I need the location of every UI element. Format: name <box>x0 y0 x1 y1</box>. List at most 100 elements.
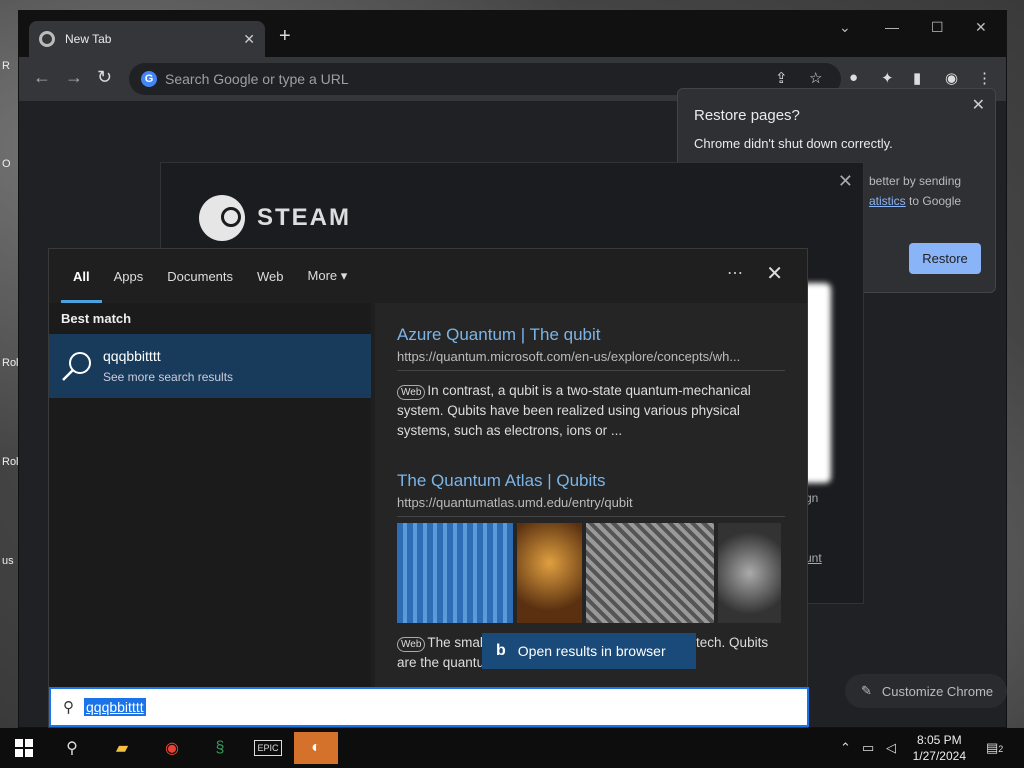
google-icon: G <box>141 71 157 87</box>
epic-games-icon: EPIC <box>254 740 282 756</box>
desktop-icon-label[interactable]: R <box>2 60 10 72</box>
desktop-icon-label[interactable]: O <box>2 158 11 170</box>
time: 8:05 PM <box>916 733 962 747</box>
restore-button[interactable]: Restore <box>909 243 981 274</box>
restore-body-fragment: better by sending <box>869 174 962 188</box>
tab-more-label: More <box>307 268 338 283</box>
steam-icon <box>199 195 245 241</box>
customize-label: Customize Chrome <box>881 683 994 699</box>
web-badge: Web <box>397 385 426 400</box>
extensions-icon[interactable]: ✦ <box>881 69 894 87</box>
bing-icon: b <box>496 642 506 659</box>
result-title-link[interactable]: The Quantum Atlas | Qubits <box>397 471 785 491</box>
tab-more[interactable]: More ▾ <box>308 268 348 284</box>
steam-icon: ◐ <box>311 739 321 756</box>
steam-taskbar-button[interactable]: ◐ <box>294 732 338 764</box>
steam-wordmark: STEAM <box>257 204 351 231</box>
statistics-link[interactable]: atistics <box>869 194 906 208</box>
tab-new-tab[interactable]: New Tab ✕ <box>29 21 265 57</box>
steam-logo: STEAM <box>199 195 351 241</box>
network-icon[interactable]: ▭ <box>862 740 874 756</box>
search-filter-tabs: All Apps Documents Web More ▾ ⋯ ✕ <box>49 249 807 303</box>
tab-documents[interactable]: Documents <box>167 269 233 284</box>
green-app-icon: § <box>215 739 225 756</box>
chrome-taskbar-button[interactable]: ◉ <box>150 732 194 764</box>
search-icon: ⚲ <box>63 699 74 716</box>
qubit-chip-image[interactable] <box>397 523 514 623</box>
best-match-pane: Best match qqqbbitttt See more search re… <box>49 303 371 687</box>
chrome-icon <box>39 31 55 47</box>
side-panel-icon[interactable]: ▮ <box>913 69 921 87</box>
epic-games-taskbar-button[interactable]: EPIC <box>246 732 290 764</box>
tab-apps[interactable]: Apps <box>114 269 144 284</box>
desktop-icon-label[interactable]: Rol <box>2 456 19 468</box>
app-taskbar-button[interactable]: § <box>198 732 242 764</box>
back-button[interactable]: ← <box>33 67 51 88</box>
result-snippet: Web In contrast, a qubit is a two-state q… <box>397 381 785 441</box>
volume-muted-icon[interactable]: ◁ <box>886 740 896 756</box>
clock[interactable]: 8:05 PM 1/27/2024 <box>913 732 966 764</box>
tab-search-icon[interactable]: ⌄ <box>839 19 851 36</box>
windows-search-panel: All Apps Documents Web More ▾ ⋯ ✕ Best m… <box>48 248 809 728</box>
close-icon[interactable]: ✕ <box>766 261 783 286</box>
best-match-item[interactable]: qqqbbitttt See more search results <box>49 334 371 398</box>
new-tab-button[interactable]: + <box>279 25 291 48</box>
result-card: Azure Quantum | The qubit https://quantu… <box>397 325 785 441</box>
notification-count: 2 <box>998 744 1004 754</box>
maximize-button[interactable]: ☐ <box>931 19 944 36</box>
quantum-computer-image[interactable] <box>517 523 583 623</box>
restore-subtitle: Chrome didn't shut down correctly. <box>694 136 893 151</box>
address-placeholder: Search Google or type a URL <box>165 71 349 87</box>
customize-chrome-button[interactable]: ✎ Customize Chrome <box>845 674 1007 708</box>
reload-button[interactable]: ↻ <box>97 67 112 88</box>
web-badge: Web <box>397 637 426 652</box>
pencil-icon: ✎ <box>861 683 872 698</box>
notification-icon[interactable]: ▤2 <box>986 740 1003 756</box>
result-snippet-text: In contrast, a qubit is a two-state quan… <box>397 383 751 438</box>
search-icon <box>62 352 91 381</box>
taskbar: ⚲ ▰ ◉ § EPIC ◐ ⌃ ▭ ◁ 8:05 PM 1/27/2024 ▤… <box>0 728 1024 768</box>
close-icon[interactable]: ✕ <box>838 171 853 192</box>
restore-body-text: to Google <box>905 194 962 208</box>
tab-strip: New Tab ✕ + ⌄ — ☐ ✕ <box>19 11 1006 57</box>
open-results-label: Open results in browser <box>517 643 666 659</box>
chevron-down-icon: ▾ <box>340 268 348 283</box>
tab-title: New Tab <box>65 32 112 46</box>
search-icon: ⚲ <box>66 740 78 757</box>
search-input[interactable]: ⚲ qqqbbitttt <box>49 687 809 727</box>
open-results-in-browser-button[interactable]: b Open results in browser <box>482 633 696 669</box>
result-url[interactable]: https://quantumatlas.umd.edu/entry/qubit <box>397 495 785 517</box>
close-tab-icon[interactable]: ✕ <box>243 31 255 48</box>
folder-icon: ▰ <box>115 740 129 757</box>
forward-button[interactable]: → <box>65 67 83 88</box>
result-title-link[interactable]: Azure Quantum | The qubit <box>397 325 785 345</box>
file-explorer-button[interactable]: ▰ <box>100 732 144 764</box>
bookmark-star-icon[interactable]: ☆ <box>809 69 822 87</box>
cryostat-image[interactable] <box>718 523 781 623</box>
profile-icon[interactable]: ◉ <box>945 69 958 87</box>
tab-web[interactable]: Web <box>257 269 284 284</box>
share-icon[interactable]: ⇪ <box>775 69 788 87</box>
start-button[interactable] <box>2 732 46 764</box>
menu-icon[interactable]: ⋮ <box>977 69 992 87</box>
desktop-icon-label[interactable]: us <box>2 555 14 567</box>
best-match-subtitle: See more search results <box>103 370 234 384</box>
tab-all[interactable]: All <box>61 269 101 303</box>
search-taskbar-button[interactable]: ⚲ <box>50 732 94 764</box>
chrome-icon: ◉ <box>165 740 179 757</box>
restore-title: Restore pages? <box>694 107 800 124</box>
chevron-up-icon[interactable]: ⌃ <box>840 740 851 756</box>
close-icon[interactable]: ✕ <box>972 95 985 115</box>
date: 1/27/2024 <box>912 749 966 763</box>
minimize-button[interactable]: — <box>885 19 899 35</box>
restore-body-fragment: atistics to Google <box>869 191 979 211</box>
desktop-icon-label[interactable]: Rol <box>2 357 19 369</box>
best-match-heading: Best match <box>61 311 132 326</box>
close-window-button[interactable]: ✕ <box>975 19 987 36</box>
result-url[interactable]: https://quantum.microsoft.com/en-us/expl… <box>397 349 785 371</box>
search-query[interactable]: qqqbbitttt <box>84 698 146 716</box>
lab-equipment-image[interactable] <box>586 523 715 623</box>
web-preview-pane: Azure Quantum | The qubit https://quantu… <box>375 303 807 687</box>
cookie-extension-icon[interactable]: ● <box>849 69 858 86</box>
more-options-icon[interactable]: ⋯ <box>727 263 743 283</box>
